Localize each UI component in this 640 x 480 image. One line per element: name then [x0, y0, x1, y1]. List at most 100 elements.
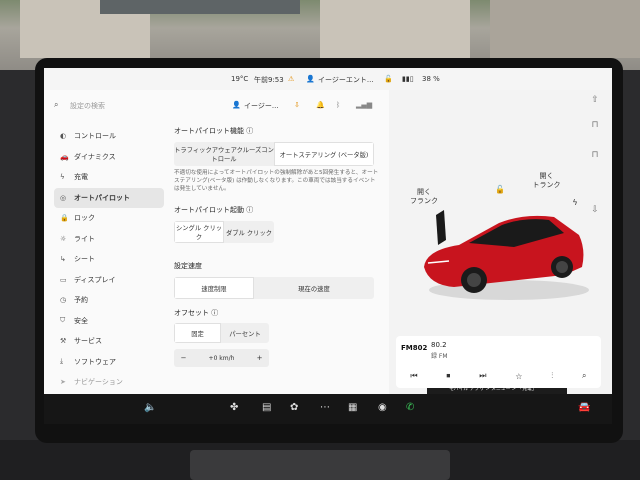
open-trunk-button[interactable]: 開く トランク [524, 172, 569, 190]
seat-heater-icon[interactable]: ⊓ [588, 150, 602, 168]
display-icon: ▭ [60, 275, 67, 284]
light-icon: ☼ [60, 234, 67, 243]
sidebar-item-display[interactable]: ▭ ディスプレイ [54, 270, 164, 291]
sidebar-item-autopilot[interactable]: ◎ オートパイロット [54, 187, 164, 208]
info-icon[interactable]: ⓘ [246, 206, 253, 214]
option-single-click[interactable]: シングル クリック [174, 221, 224, 243]
sidebar-item-lights[interactable]: ☼ ライト [54, 229, 164, 250]
wrench-icon: ⚒ [60, 337, 67, 346]
offset-selector: 固定 パーセント [174, 323, 269, 343]
station-name: 録 FM [431, 353, 448, 360]
search-icon[interactable]: ⌕ [582, 371, 586, 381]
search-input[interactable]: 設定の検索 [70, 101, 105, 111]
sidebar-item-charging[interactable]: ϟ 充電 [54, 167, 164, 188]
offset-value: +0 km/h [208, 354, 235, 362]
warning-icon: ⚠ [288, 75, 295, 83]
offset-stepper: − +0 km/h + [174, 349, 269, 367]
settings-search[interactable]: ⌕ 設定の検索 [54, 98, 219, 114]
temperature: 19°C [231, 75, 249, 83]
battery-level: 38 % [422, 75, 440, 83]
phone-icon[interactable]: ✆ [406, 402, 414, 413]
sidebar-item-navigation[interactable]: ➤ ナビゲーション [54, 372, 164, 393]
option-fixed[interactable]: 固定 [174, 323, 221, 343]
nav-icon: ➤ [60, 378, 66, 387]
seat-heater-icon[interactable]: ⊓ [588, 120, 602, 138]
profile-icon[interactable]: 👤 [232, 101, 241, 109]
station-logo: FM802 [401, 344, 428, 352]
sidebar-item-controls[interactable]: ◐ コントロール [54, 126, 164, 147]
sidebar-item-software[interactable]: ⤓ ソフトウェア [54, 352, 164, 373]
more-apps-icon[interactable]: ⋯ [320, 402, 330, 413]
scroll-up-icon[interactable]: ⇧ [588, 95, 602, 113]
sidebar-item-safety[interactable]: ⛉ 安全 [54, 311, 164, 332]
volume-icon[interactable]: 🔈 [144, 402, 156, 413]
autopilot-settings: オートパイロット機能 ⓘ トラフィックアウェアクルーズコントロール オートステア… [174, 126, 384, 367]
scroll-down-icon[interactable]: ⇩ [588, 205, 602, 223]
clock: 午前9:53 [254, 76, 284, 84]
bottom-dock: 🔈 ✤ ▤ ✿ ⋯ ▦ ◉ ✆ 🚘 [44, 394, 612, 424]
seat-icon: ↳ [60, 255, 66, 264]
background-house [320, 0, 470, 58]
driver-profile[interactable]: イージーエント... [318, 75, 374, 85]
lock-icon: 🔒 [60, 214, 69, 223]
option-percent[interactable]: パーセント [221, 323, 269, 343]
info-icon[interactable]: ⓘ [246, 127, 253, 135]
lock-status-icon[interactable]: 🔓 [384, 75, 393, 83]
bolt-icon: ϟ [60, 173, 65, 182]
frequency: 80.2 [431, 341, 447, 349]
info-icon[interactable]: ⓘ [211, 309, 218, 317]
option-speed-limit[interactable]: 速度制限 [174, 277, 254, 299]
sidebar-item-schedule[interactable]: ◷ 予約 [54, 290, 164, 311]
user-icon[interactable]: 👤 [306, 75, 315, 83]
speed-limit-selector: 速度制限 現在の速度 [174, 277, 374, 299]
bell-icon[interactable]: 🔔 [316, 101, 325, 109]
fan-icon[interactable]: ✤ [230, 402, 238, 413]
shield-icon: ⛉ [60, 316, 66, 325]
option-autosteer[interactable]: オートステアリング (ベータ版) [274, 142, 374, 166]
camera-icon[interactable]: ◉ [378, 402, 387, 413]
download-icon[interactable]: ⇩ [294, 101, 300, 109]
bluetooth-icon[interactable]: ᛒ [336, 101, 340, 109]
battery-icon: ▮▮▯ [402, 75, 414, 83]
air-vent [190, 450, 450, 480]
header-profile[interactable]: イージー... [244, 101, 279, 111]
sidebar-item-dynamics[interactable]: 🚗 ダイナミクス [54, 147, 164, 168]
stop-icon[interactable]: ⏹ [446, 371, 450, 381]
autopilot-description: 不適切な使用によってオートパイロットの強制解除があと5回発生すると、オートステア… [174, 170, 379, 192]
app-icon[interactable]: ▤ [262, 402, 271, 413]
panel-header: 👤 イージー... ⇩ 🔔 ᛒ ▂▄▆ [224, 98, 374, 114]
car-icon[interactable]: 🚘 [578, 402, 590, 413]
car-icon: 🚗 [60, 152, 69, 161]
sidebar-item-locks[interactable]: 🔒 ロック [54, 208, 164, 229]
media-controls: ⏮ ⏹ ⏭ ☆ ⫶ ⌕ [396, 366, 601, 386]
settings-sidebar: ◐ コントロール 🚗 ダイナミクス ϟ 充電 ◎ オートパイロット 🔒 ロック ☼ ライト … [54, 126, 164, 393]
lock-icon[interactable]: 🔓 [494, 185, 506, 194]
favorite-icon[interactable]: ☆ [515, 372, 522, 381]
speed-limit-title: 設定速度 [174, 262, 202, 270]
steering-icon: ◎ [60, 193, 67, 202]
car-image[interactable] [414, 195, 589, 305]
next-icon[interactable]: ⏭ [479, 371, 486, 381]
touchscreen: 19°C 午前9:53 ⚠ 👤 イージーエント... 🔓 ▮▮▯ 38 % ⌕ … [44, 68, 612, 394]
sidebar-item-service[interactable]: ⚒ サービス [54, 331, 164, 352]
activation-selector: シングル クリック ダブル クリック [174, 221, 274, 243]
features-title: オートパイロット機能 ⓘ [174, 127, 254, 135]
sidebar-item-seats[interactable]: ↳ シート [54, 249, 164, 270]
settings-panel: ⌕ 設定の検索 👤 イージー... ⇩ 🔔 ᛒ ▂▄▆ ◐ コントロール 🚗 ダイナ… [44, 90, 389, 394]
option-tacc[interactable]: トラフィックアウェアクルーズコントロール [174, 142, 274, 166]
calendar-icon[interactable]: ▦ [348, 402, 357, 413]
option-double-click[interactable]: ダブル クリック [224, 221, 274, 243]
offset-minus-button[interactable]: − [174, 354, 193, 362]
toggle-icon: ◐ [60, 132, 67, 141]
equalizer-icon[interactable]: ⫶ [551, 371, 553, 381]
media-player: FM802 80.2 録 FM ⏮ ⏹ ⏭ ☆ ⫶ ⌕ [396, 336, 601, 388]
option-current-speed[interactable]: 現在の速度 [254, 277, 374, 299]
offset-title: オフセット ⓘ [174, 309, 219, 317]
offset-plus-button[interactable]: + [250, 354, 269, 362]
background-house [490, 0, 640, 58]
search-icon: ⌕ [54, 100, 59, 109]
previous-icon[interactable]: ⏮ [410, 371, 417, 381]
download-icon: ⤓ [60, 357, 64, 366]
toybox-icon[interactable]: ✿ [290, 402, 298, 413]
background-roof [100, 0, 300, 14]
